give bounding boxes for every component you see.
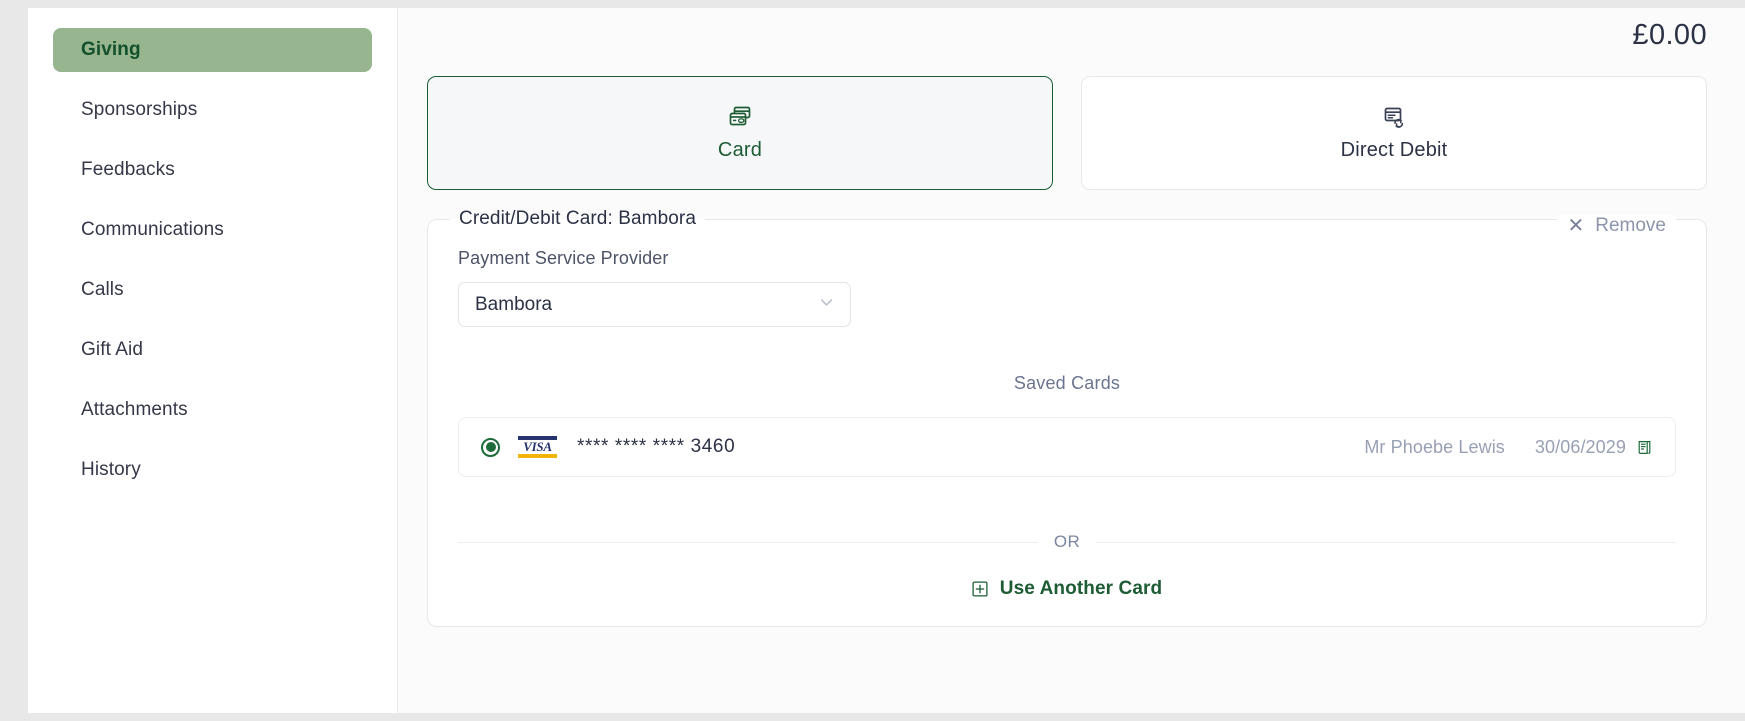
sidebar-item-label: Sponsorships bbox=[81, 99, 198, 120]
card-expiry-date: 30/06/2029 bbox=[1534, 436, 1626, 457]
sidebar-item-history[interactable]: History bbox=[53, 448, 372, 492]
sidebar-item-label: Attachments bbox=[81, 399, 188, 420]
or-label: OR bbox=[1053, 532, 1081, 551]
sidebar-item-gift-aid[interactable]: Gift Aid bbox=[53, 328, 372, 372]
remove-button[interactable]: ✕ Remove bbox=[1557, 215, 1676, 237]
sidebar-item-attachments[interactable]: Attachments bbox=[53, 388, 372, 432]
sidebar-item-feedbacks[interactable]: Feedbacks bbox=[53, 148, 372, 192]
screen-root: Giving Sponsorships Feedbacks Communicat… bbox=[0, 0, 1745, 721]
chevron-down-icon bbox=[818, 294, 835, 316]
sidebar-item-sponsorships[interactable]: Sponsorships bbox=[53, 88, 372, 132]
masked-card-number: **** **** **** 3460 bbox=[577, 436, 736, 457]
saved-card-radio[interactable] bbox=[481, 437, 500, 457]
sidebar-item-communications[interactable]: Communications bbox=[53, 208, 372, 252]
card-holder-name: Mr Phoebe Lewis bbox=[1364, 436, 1505, 457]
sidebar-item-label: History bbox=[81, 459, 141, 480]
content-area: £0.00 Card Direct Debit Credit/Debit Car… bbox=[398, 8, 1745, 713]
visa-wordmark: VISA bbox=[523, 439, 552, 454]
sidebar-item-calls[interactable]: Calls bbox=[53, 268, 372, 312]
provider-selected-value: Bambora bbox=[475, 293, 553, 315]
sidebar-item-label: Giving bbox=[81, 39, 141, 60]
remove-button-label: Remove bbox=[1595, 215, 1666, 236]
sidebar-item-label: Calls bbox=[81, 279, 124, 300]
saved-card-row[interactable]: VISA **** **** **** 3460 Mr Phoebe Lewis… bbox=[458, 417, 1676, 477]
radio-selected-dot bbox=[485, 442, 496, 452]
payment-method-label: Direct Debit bbox=[1340, 139, 1448, 161]
payment-service-provider-select[interactable]: Bambora bbox=[458, 282, 851, 327]
sidebar-item-label: Communications bbox=[81, 219, 224, 240]
sidebar-item-label: Gift Aid bbox=[81, 339, 144, 360]
payment-method-label: Card bbox=[717, 139, 763, 161]
divider-line-left bbox=[458, 541, 1038, 543]
divider-line-right bbox=[1096, 541, 1676, 543]
payment-method-card[interactable]: Card bbox=[427, 76, 1053, 190]
recurring-invoice-icon bbox=[1381, 104, 1407, 130]
or-divider: OR bbox=[458, 532, 1676, 552]
credit-debit-card-panel: Credit/Debit Card: Bambora ✕ Remove Paym… bbox=[427, 208, 1707, 627]
payment-method-direct-debit[interactable]: Direct Debit bbox=[1081, 76, 1707, 190]
sidebar: Giving Sponsorships Feedbacks Communicat… bbox=[28, 8, 398, 713]
plus-square-icon bbox=[972, 581, 988, 597]
document-icon[interactable] bbox=[1636, 439, 1653, 456]
sidebar-item-label: Feedbacks bbox=[81, 159, 175, 180]
payment-method-tabs: Card Direct Debit bbox=[398, 62, 1745, 190]
visa-bottom-bar bbox=[518, 454, 557, 458]
total-amount: £0.00 bbox=[1632, 18, 1707, 51]
use-another-card-label: Use Another Card bbox=[999, 578, 1163, 599]
visa-logo-icon: VISA bbox=[518, 436, 557, 458]
saved-cards-title: Saved Cards bbox=[1013, 373, 1121, 393]
stacked-cards-icon bbox=[727, 104, 753, 130]
use-another-card-button[interactable]: Use Another Card bbox=[458, 578, 1676, 600]
panel-legend: Credit/Debit Card: Bambora bbox=[459, 208, 697, 229]
card-panel-wrapper: Credit/Debit Card: Bambora ✕ Remove Paym… bbox=[398, 190, 1745, 627]
close-icon: ✕ bbox=[1567, 215, 1585, 237]
app-shell: Giving Sponsorships Feedbacks Communicat… bbox=[28, 8, 1745, 713]
panel-body: Payment Service Provider Bambora Saved C… bbox=[428, 230, 1706, 600]
sidebar-item-giving[interactable]: Giving bbox=[53, 28, 372, 72]
provider-field-label: Payment Service Provider bbox=[458, 248, 669, 268]
amount-bar: £0.00 bbox=[398, 8, 1745, 62]
